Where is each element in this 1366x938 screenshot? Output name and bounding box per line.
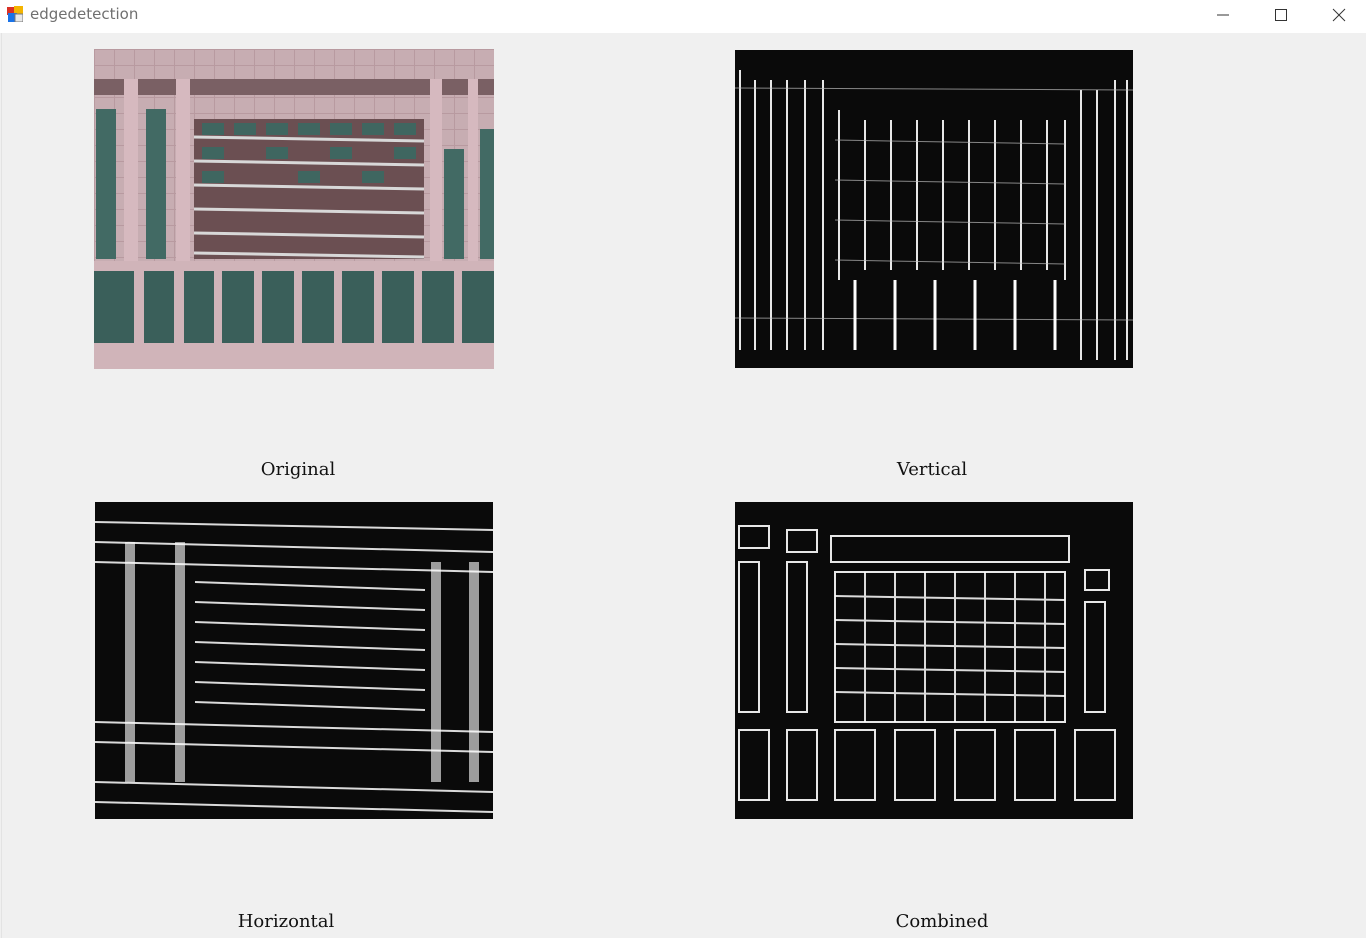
minimize-button[interactable] (1194, 0, 1252, 31)
original-image (94, 49, 494, 369)
original-label: Original (260, 459, 336, 480)
minimize-icon (1217, 14, 1229, 16)
vertical-label: Vertical (896, 459, 968, 480)
close-icon (1332, 8, 1346, 22)
vertical-edge-image (735, 50, 1133, 368)
app-icon (7, 6, 23, 22)
combined-label: Combined (895, 911, 989, 932)
window-title: edgedetection (30, 5, 139, 23)
maximize-icon (1275, 9, 1287, 21)
horizontal-label: Horizontal (237, 911, 335, 932)
combined-edge-image (735, 502, 1133, 819)
close-button[interactable] (1310, 0, 1366, 31)
maximize-button[interactable] (1252, 0, 1310, 31)
horizontal-edge-image (95, 502, 493, 819)
title-bar: edgedetection (0, 0, 1366, 33)
